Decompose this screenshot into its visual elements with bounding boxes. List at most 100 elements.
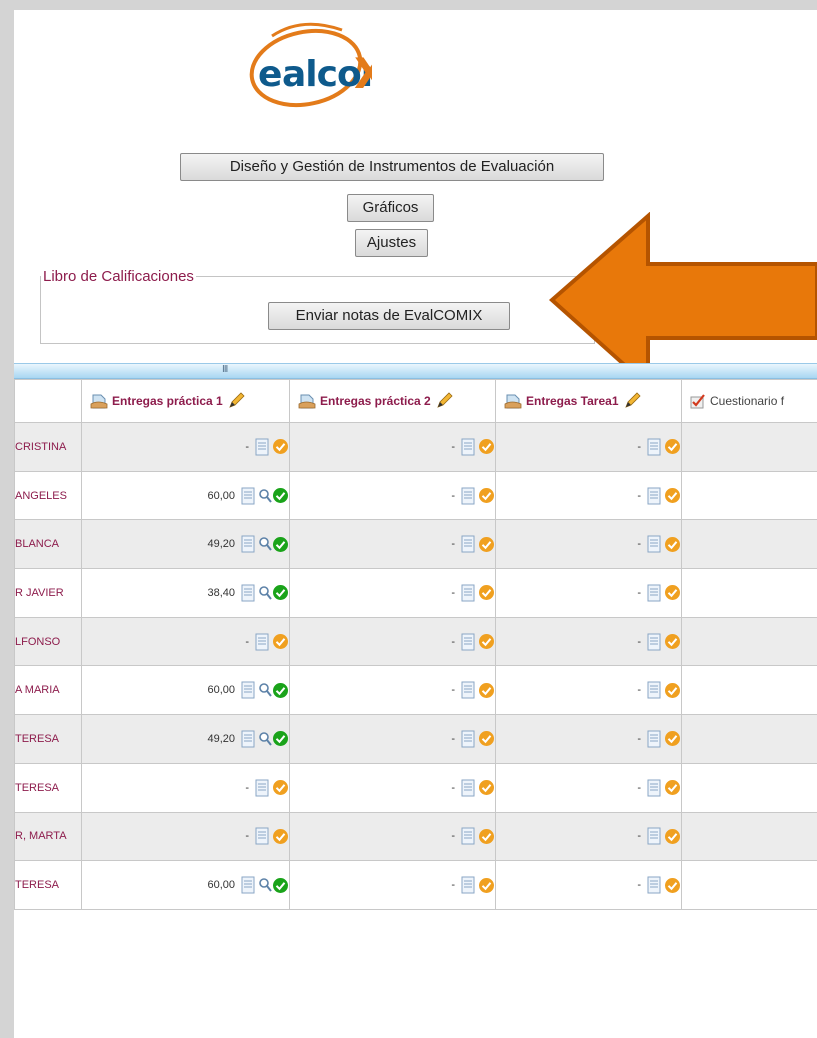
document-icon[interactable]	[646, 876, 664, 894]
pending-check-icon[interactable]	[664, 682, 681, 699]
student-name-cell[interactable]: ANGELES	[14, 470, 82, 521]
pending-check-icon[interactable]	[272, 633, 289, 650]
pending-check-icon[interactable]	[664, 438, 681, 455]
document-icon[interactable]	[254, 827, 272, 845]
document-icon[interactable]	[240, 876, 258, 894]
student-name-cell[interactable]: BLANCA	[14, 519, 82, 570]
grade-cell	[681, 568, 817, 618]
pending-check-icon[interactable]	[478, 877, 495, 894]
pending-check-icon[interactable]	[664, 584, 681, 601]
document-icon[interactable]	[240, 487, 258, 505]
document-icon[interactable]	[460, 438, 478, 456]
column-resize-grip[interactable]: III	[222, 364, 228, 375]
student-name[interactable]: TERESA	[16, 782, 60, 794]
header-column-3[interactable]: Entregas Tarea1	[495, 379, 682, 423]
pending-check-icon[interactable]	[478, 682, 495, 699]
student-name[interactable]: ANGELES	[16, 490, 67, 502]
student-name-cell[interactable]: TERESA	[14, 714, 82, 764]
header-column-2[interactable]: Entregas práctica 2	[289, 379, 496, 423]
evaluated-check-icon[interactable]	[272, 877, 289, 894]
document-icon[interactable]	[240, 681, 258, 699]
student-name-cell[interactable]: CRISTINA	[14, 422, 82, 472]
pending-check-icon[interactable]	[664, 877, 681, 894]
student-name[interactable]: R, MARTA	[16, 830, 67, 842]
student-name[interactable]: BLANCA	[16, 538, 60, 550]
student-name-cell[interactable]: TERESA	[14, 762, 82, 813]
header-column-4[interactable]: Cuestionario f	[681, 379, 817, 423]
student-name[interactable]: TERESA	[16, 879, 60, 891]
student-name-cell[interactable]: R, MARTA	[14, 811, 82, 862]
evaluated-check-icon[interactable]	[272, 584, 289, 601]
pending-check-icon[interactable]	[478, 438, 495, 455]
student-name-cell[interactable]: A MARIA	[14, 665, 82, 716]
pencil-icon[interactable]	[227, 392, 245, 410]
document-icon[interactable]	[254, 438, 272, 456]
pending-check-icon[interactable]	[478, 487, 495, 504]
student-name[interactable]: TERESA	[16, 733, 60, 745]
magnifier-icon[interactable]	[258, 585, 272, 601]
grade-cell-content: -	[451, 730, 495, 748]
evaluated-check-icon[interactable]	[272, 682, 289, 699]
document-icon[interactable]	[646, 779, 664, 797]
pending-check-icon[interactable]	[478, 779, 495, 796]
student-name-cell[interactable]: TERESA	[14, 860, 82, 910]
pending-check-icon[interactable]	[478, 584, 495, 601]
student-name[interactable]: LFONSO	[16, 636, 61, 648]
pending-check-icon[interactable]	[478, 536, 495, 553]
pending-check-icon[interactable]	[664, 633, 681, 650]
document-icon[interactable]	[460, 730, 478, 748]
document-icon[interactable]	[646, 535, 664, 553]
magnifier-icon[interactable]	[258, 536, 272, 552]
document-icon[interactable]	[646, 730, 664, 748]
pending-check-icon[interactable]	[664, 730, 681, 747]
student-name[interactable]: CRISTINA	[16, 441, 67, 453]
magnifier-icon[interactable]	[258, 488, 272, 504]
document-icon[interactable]	[460, 633, 478, 651]
student-name[interactable]: R JAVIER	[16, 587, 64, 599]
magnifier-icon[interactable]	[258, 682, 272, 698]
document-icon[interactable]	[646, 827, 664, 845]
document-icon[interactable]	[460, 487, 478, 505]
document-icon[interactable]	[254, 633, 272, 651]
evaluated-check-icon[interactable]	[272, 536, 289, 553]
student-name-cell[interactable]: LFONSO	[14, 616, 82, 667]
pending-check-icon[interactable]	[664, 828, 681, 845]
document-icon[interactable]	[646, 633, 664, 651]
document-icon[interactable]	[646, 487, 664, 505]
student-name-cell[interactable]: R JAVIER	[14, 568, 82, 618]
diseno-gestion-button[interactable]: Diseño y Gestión de Instrumentos de Eval…	[180, 153, 604, 181]
pending-check-icon[interactable]	[478, 828, 495, 845]
pending-check-icon[interactable]	[272, 828, 289, 845]
ajustes-button[interactable]: Ajustes	[355, 229, 428, 257]
document-icon[interactable]	[460, 535, 478, 553]
pending-check-icon[interactable]	[478, 730, 495, 747]
magnifier-icon[interactable]	[258, 731, 272, 747]
document-icon[interactable]	[240, 730, 258, 748]
pending-check-icon[interactable]	[272, 779, 289, 796]
document-icon[interactable]	[460, 779, 478, 797]
pencil-icon[interactable]	[435, 392, 453, 410]
document-icon[interactable]	[254, 779, 272, 797]
document-icon[interactable]	[646, 681, 664, 699]
document-icon[interactable]	[460, 584, 478, 602]
pencil-icon[interactable]	[623, 392, 641, 410]
pending-check-icon[interactable]	[478, 633, 495, 650]
document-icon[interactable]	[460, 827, 478, 845]
pending-check-icon[interactable]	[664, 779, 681, 796]
document-icon[interactable]	[240, 584, 258, 602]
evaluated-check-icon[interactable]	[272, 487, 289, 504]
document-icon[interactable]	[646, 438, 664, 456]
enviar-notas-button[interactable]: Enviar notas de EvalCOMIX	[268, 302, 510, 330]
document-icon[interactable]	[460, 876, 478, 894]
student-name[interactable]: A MARIA	[16, 684, 60, 696]
pending-check-icon[interactable]	[664, 487, 681, 504]
document-icon[interactable]	[460, 681, 478, 699]
header-column-1[interactable]: Entregas práctica 1	[81, 379, 290, 423]
pending-check-icon[interactable]	[272, 438, 289, 455]
document-icon[interactable]	[646, 584, 664, 602]
graficos-button[interactable]: Gráficos	[347, 194, 434, 222]
magnifier-icon[interactable]	[258, 877, 272, 893]
document-icon[interactable]	[240, 535, 258, 553]
pending-check-icon[interactable]	[664, 536, 681, 553]
evaluated-check-icon[interactable]	[272, 730, 289, 747]
